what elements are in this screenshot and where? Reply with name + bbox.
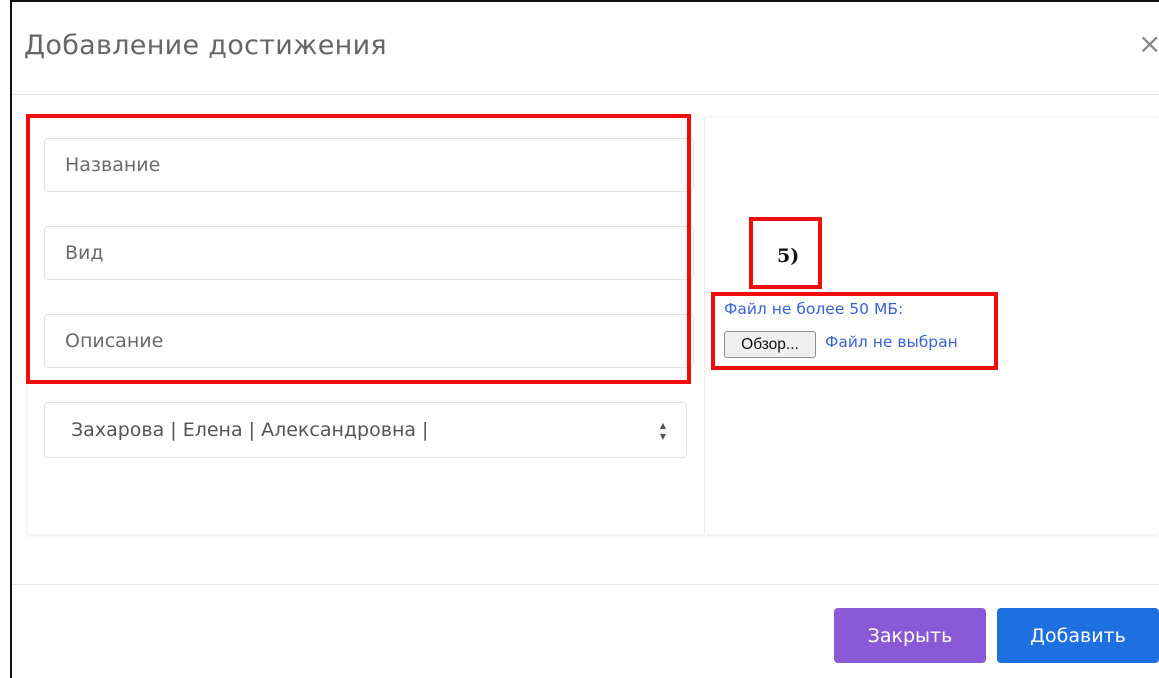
annotation-label: 5) <box>777 245 800 267</box>
close-button[interactable]: Закрыть <box>834 608 986 663</box>
close-icon[interactable]: × <box>1138 30 1159 60</box>
person-select[interactable]: Захарова | Елена | Александровна | ▲ ▼ <box>44 402 687 458</box>
header-divider <box>12 94 1159 95</box>
footer-divider <box>12 584 1159 585</box>
annotation-box-fields <box>26 114 691 384</box>
browse-button[interactable]: Обзор... <box>724 331 816 358</box>
card-divider <box>704 118 705 534</box>
modal-title: Добавление достижения <box>24 30 387 61</box>
add-button[interactable]: Добавить <box>997 608 1159 663</box>
file-size-hint: Файл не более 50 МБ: <box>724 300 904 318</box>
sort-arrows-icon: ▲ ▼ <box>659 421 666 441</box>
person-select-value: Захарова | Елена | Александровна | <box>71 419 429 441</box>
no-file-label: Файл не выбран <box>825 333 958 351</box>
